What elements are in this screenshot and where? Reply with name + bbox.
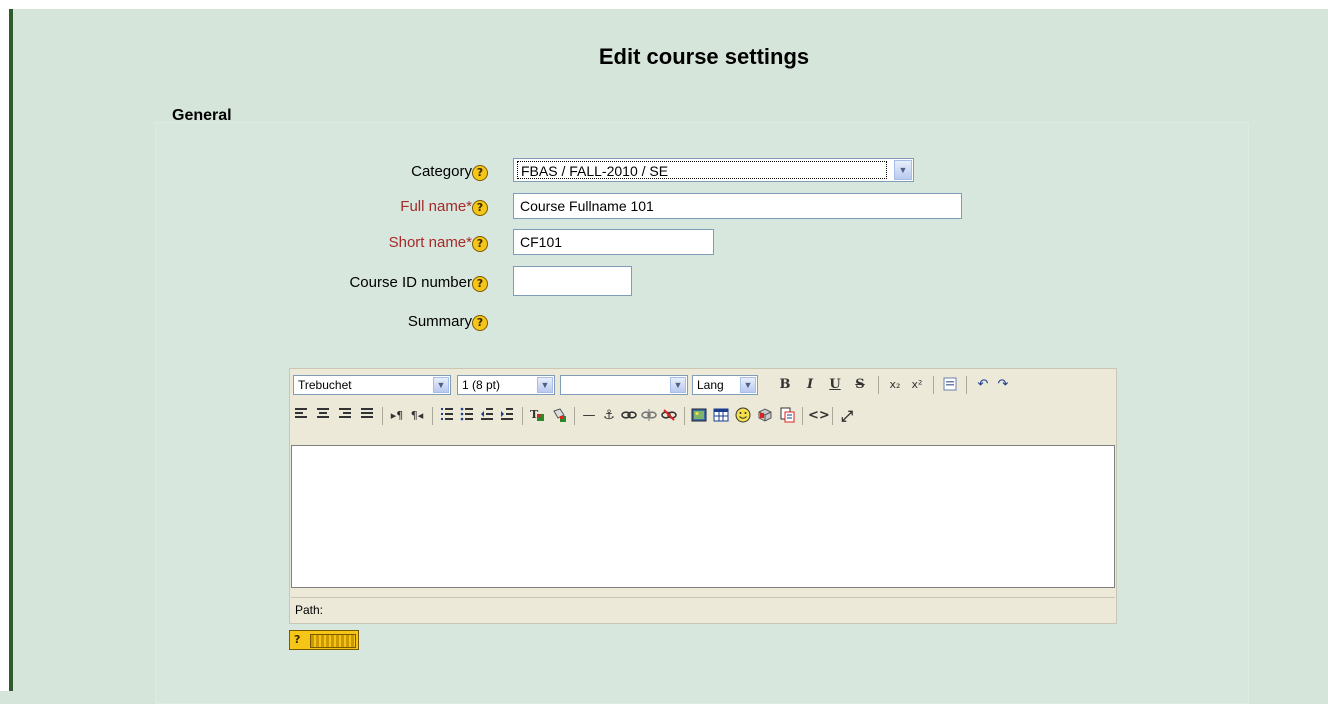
editor-toolbar-row-1: Trebuchet ▼ 1 (8 pt) ▼ ▼ Lang ▼ B I U S … <box>292 369 1116 395</box>
page-top-margin <box>0 0 1328 9</box>
category-select[interactable]: FBAS / FALL-2010 / SE ▼ <box>513 158 914 182</box>
lang-select[interactable]: Lang ▼ <box>692 375 758 395</box>
outdent-icon[interactable] <box>478 407 496 425</box>
idnumber-label: Course ID number <box>349 274 472 291</box>
help-glyph: ? <box>294 633 301 646</box>
align-left-icon[interactable] <box>292 407 310 425</box>
horizontal-rule-button[interactable]: — <box>580 407 598 425</box>
help-icon[interactable]: ? <box>472 315 488 331</box>
toolbar-divider <box>684 407 685 425</box>
toolbar-divider <box>966 376 967 394</box>
toolbar-divider <box>432 407 433 425</box>
fullname-label: Full name* <box>400 198 472 215</box>
fullname-input[interactable]: Course Fullname 101 <box>513 193 962 219</box>
special-chars-icon[interactable] <box>756 407 774 425</box>
subscript-button[interactable]: x₂ <box>886 376 904 394</box>
fieldset-legend: General <box>172 107 232 124</box>
editor-toolbar-row-2: ▸¶ ¶◂ T — ⚓ <> ⤢ <box>292 407 1116 431</box>
align-center-icon[interactable] <box>314 407 332 425</box>
toolbar-divider <box>832 407 833 425</box>
chevron-down-icon[interactable]: ▼ <box>894 160 912 180</box>
justify-icon[interactable] <box>358 407 376 425</box>
heading-select[interactable]: ▼ <box>560 375 688 395</box>
align-right-icon[interactable] <box>336 407 354 425</box>
bold-button[interactable]: B <box>776 376 794 394</box>
html-editor: Trebuchet ▼ 1 (8 pt) ▼ ▼ Lang ▼ B I U S … <box>289 368 1117 624</box>
chevron-down-icon[interactable]: ▼ <box>433 377 449 393</box>
help-icon[interactable]: ? <box>472 276 488 292</box>
nolink-icon[interactable] <box>660 407 678 425</box>
chevron-down-icon[interactable]: ▼ <box>670 377 686 393</box>
idnumber-input[interactable] <box>513 266 632 296</box>
toolbar-divider <box>933 376 934 394</box>
anchor-button[interactable]: ⚓ <box>600 407 618 425</box>
unordered-list-icon[interactable] <box>458 407 476 425</box>
category-label: Category <box>411 163 472 180</box>
font-family-select[interactable]: Trebuchet ▼ <box>293 375 451 395</box>
toolbar-divider <box>802 407 803 425</box>
left-accent-bar <box>9 9 13 691</box>
superscript-button[interactable]: x² <box>908 376 926 394</box>
paste-word-icon[interactable] <box>941 376 959 394</box>
insert-image-icon[interactable] <box>690 407 708 425</box>
link-icon[interactable] <box>620 407 638 425</box>
ordered-list-icon[interactable] <box>438 407 456 425</box>
fullscreen-button[interactable]: ⤢ <box>838 407 856 425</box>
italic-button[interactable]: I <box>801 376 819 394</box>
editor-content-area[interactable] <box>291 445 1115 588</box>
chevron-down-icon[interactable]: ▼ <box>537 377 553 393</box>
html-source-button[interactable]: <> <box>808 407 830 425</box>
shortname-input[interactable]: CF101 <box>513 229 714 255</box>
font-size-select[interactable]: 1 (8 pt) ▼ <box>457 375 555 395</box>
chevron-down-icon[interactable]: ▼ <box>740 377 756 393</box>
rtl-direction-icon[interactable]: ¶◂ <box>408 407 426 425</box>
undo-button[interactable]: ↶ <box>974 376 992 394</box>
font-size-value: 1 (8 pt) <box>462 378 501 392</box>
category-selected-value: FBAS / FALL-2010 / SE <box>517 161 887 179</box>
ltr-direction-icon[interactable]: ▸¶ <box>388 407 406 425</box>
background-color-icon[interactable] <box>550 407 568 425</box>
help-icon[interactable]: ? <box>472 236 488 252</box>
lang-value: Lang <box>697 378 724 392</box>
help-icon[interactable]: ? <box>472 200 488 216</box>
left-margin <box>0 0 9 691</box>
strikethrough-button[interactable]: S <box>851 376 869 394</box>
page-title: Edit course settings <box>598 44 810 69</box>
smiley-icon[interactable] <box>734 407 752 425</box>
toolbar-divider <box>878 376 879 394</box>
indent-icon[interactable] <box>498 407 516 425</box>
keyboard-icon <box>310 634 356 648</box>
summary-label: Summary <box>407 313 472 330</box>
underline-button[interactable]: U <box>826 376 844 394</box>
unlink-icon[interactable] <box>640 407 658 425</box>
toolbar-divider <box>522 407 523 425</box>
editor-path-bar: Path: <box>291 597 1115 621</box>
redo-button[interactable]: ↷ <box>994 376 1012 394</box>
insert-table-icon[interactable] <box>712 407 730 425</box>
toolbar-divider <box>382 407 383 425</box>
toolbar-divider <box>574 407 575 425</box>
shortname-label: Short name* <box>388 234 472 251</box>
search-replace-icon[interactable] <box>778 407 796 425</box>
keyboard-help-icon[interactable]: ? <box>289 630 359 650</box>
font-family-value: Trebuchet <box>298 378 352 392</box>
text-color-icon[interactable]: T <box>528 407 546 425</box>
help-icon[interactable]: ? <box>472 165 488 181</box>
